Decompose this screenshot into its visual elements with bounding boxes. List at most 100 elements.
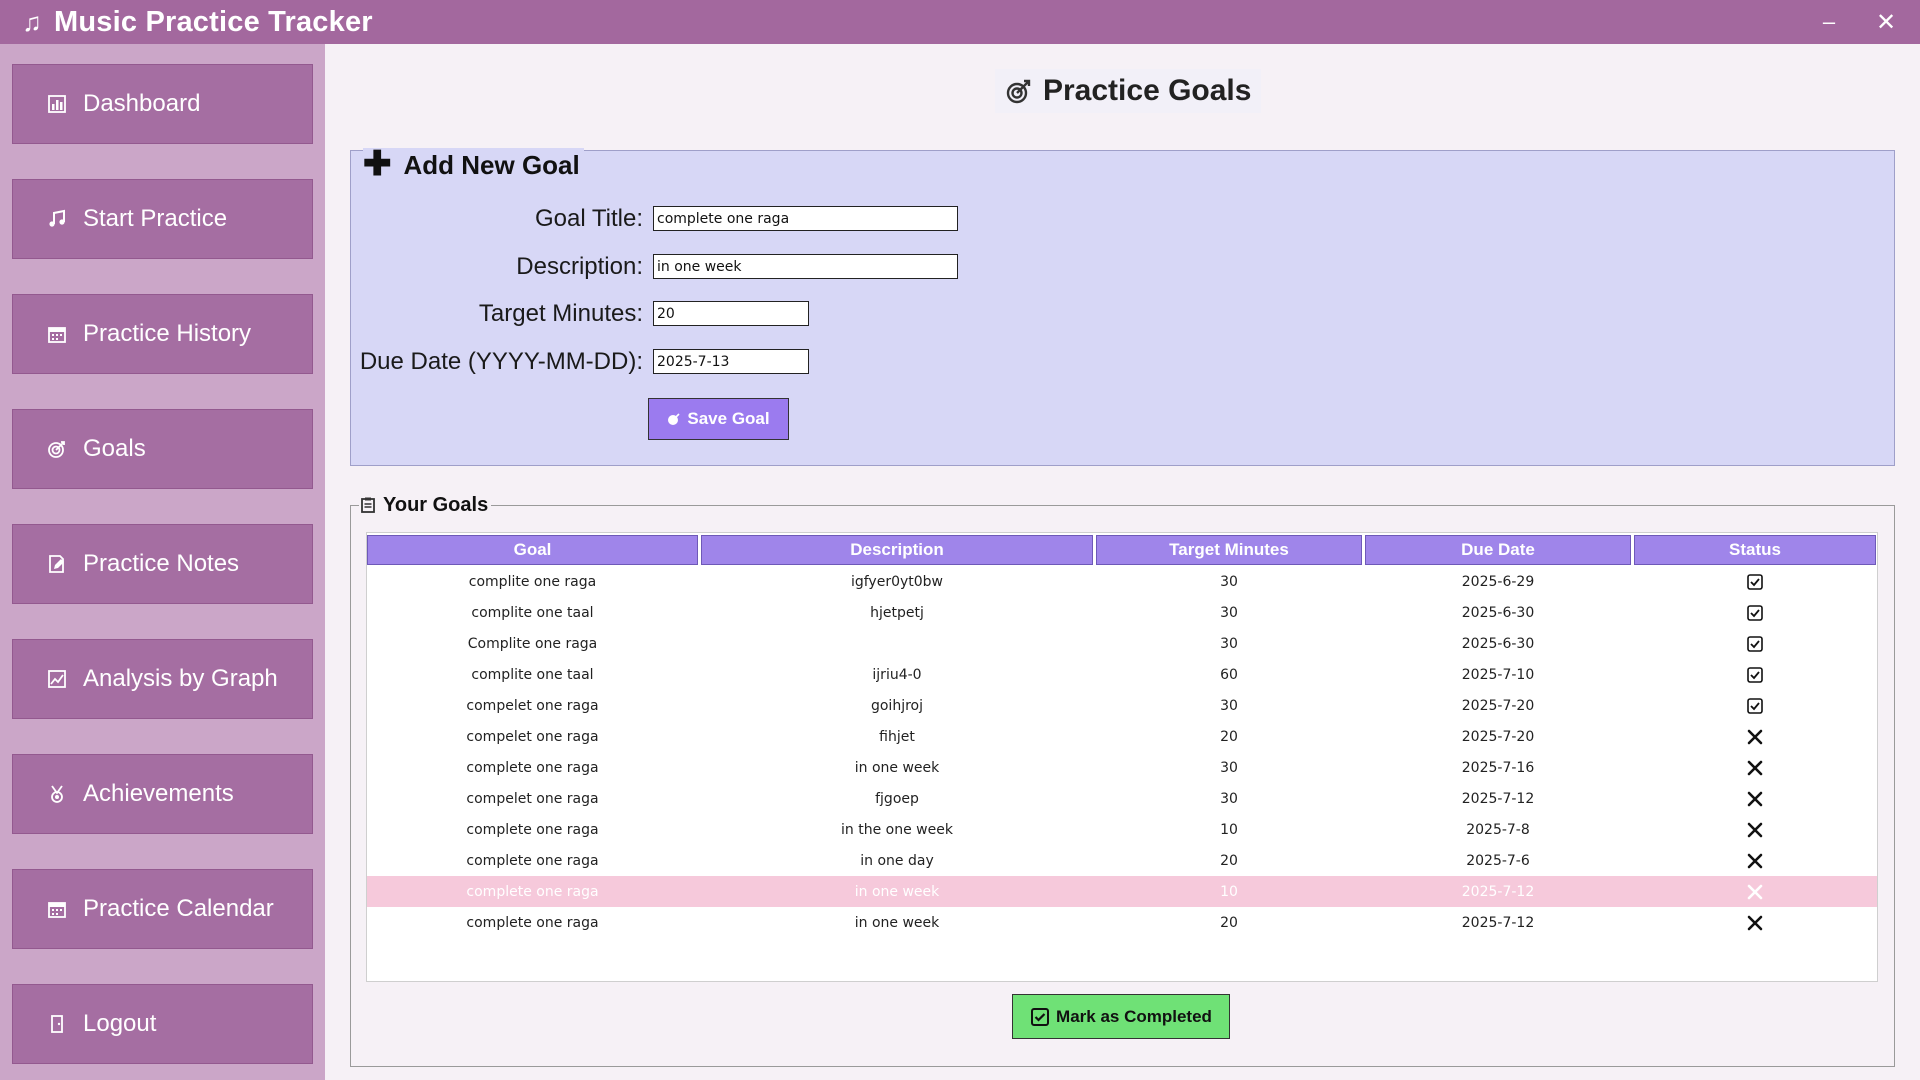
cell-due-date: 2025-7-20 <box>1461 728 1535 745</box>
cell-description: in one day <box>860 852 934 869</box>
table-row[interactable]: complete one raga in one week 30 2025-7-16 <box>367 752 1877 783</box>
sidebar-item-label: Analysis by Graph <box>83 665 278 692</box>
column-header-goal[interactable]: Goal <box>367 535 698 565</box>
cross-icon <box>1634 783 1876 814</box>
sidebar-item-practice-calendar[interactable]: Practice Calendar <box>12 869 313 949</box>
table-row[interactable]: complite one taal hjetpetj 30 2025-6-30 <box>367 597 1877 628</box>
cell-goal: compelet one raga <box>466 728 599 745</box>
table-row[interactable]: complete one raga in the one week 10 2025-7… <box>367 814 1877 845</box>
page-title: Practice Goals <box>995 69 1262 113</box>
title-bar: ♫ Music Practice Tracker – ✕ <box>0 0 1920 44</box>
description-label: Description: <box>516 253 643 280</box>
goal-title-label: Goal Title: <box>534 205 643 232</box>
bar-chart-icon <box>47 94 67 114</box>
cell-due-date: 2025-6-29 <box>1461 573 1535 590</box>
description-field[interactable] <box>653 254 958 279</box>
calendar-icon <box>47 899 67 919</box>
cell-goal: complete one raga <box>466 883 599 900</box>
mark-as-completed-button[interactable]: Mark as Completed <box>1012 994 1230 1039</box>
cross-icon <box>1634 814 1876 845</box>
table-row[interactable]: compelet one raga fihjet 20 2025-7-20 <box>367 721 1877 752</box>
cell-goal: complete one raga <box>466 759 599 776</box>
cell-due-date: 2025-7-6 <box>1466 852 1530 869</box>
table-row[interactable]: complete one raga in one day 20 2025-7-6 <box>367 845 1877 876</box>
sidebar-item-label: Practice Notes <box>83 550 240 577</box>
cell-goal: complite one taal <box>471 666 594 683</box>
cell-description: hjetpetj <box>870 604 924 621</box>
music-note-icon: ♫ <box>22 6 42 37</box>
table-row[interactable]: complete one raga in one week 10 2025-7-12 <box>367 876 1877 907</box>
cell-target-minutes: 30 <box>1220 790 1238 807</box>
column-header-due-date[interactable]: Due Date <box>1365 535 1631 565</box>
column-header-description[interactable]: Description <box>701 535 1093 565</box>
cell-due-date: 2025-7-10 <box>1461 666 1535 683</box>
cell-target-minutes: 30 <box>1220 573 1238 590</box>
table-row[interactable]: compelet one raga fjgoep 30 2025-7-12 <box>367 783 1877 814</box>
sidebar-item-practice-history[interactable]: Practice History <box>12 294 313 374</box>
table-row[interactable]: compelet one raga goihjroj 30 2025-7-20 <box>367 690 1877 721</box>
column-header-target-minutes[interactable]: Target Minutes <box>1096 535 1362 565</box>
cross-icon <box>1634 876 1876 907</box>
note-edit-icon <box>47 554 67 574</box>
cell-due-date: 2025-7-12 <box>1461 883 1535 900</box>
table-row[interactable]: complite one taal ijriu4-0 60 2025-7-10 <box>367 659 1877 690</box>
your-goals-legend-text: Your Goals <box>383 493 489 516</box>
clipboard-icon <box>359 496 377 514</box>
cell-due-date: 2025-7-12 <box>1461 914 1535 931</box>
cell-target-minutes: 20 <box>1220 852 1238 869</box>
cell-description: igfyer0yt0bw <box>850 573 944 590</box>
sidebar-item-achievements[interactable]: Achievements <box>12 754 313 834</box>
cell-target-minutes: 60 <box>1220 666 1238 683</box>
cell-description: goihjroj <box>870 697 923 714</box>
sidebar-item-label: Dashboard <box>83 90 201 117</box>
cell-due-date: 2025-6-30 <box>1461 604 1535 621</box>
door-icon <box>47 1014 67 1034</box>
close-button[interactable]: ✕ <box>1858 0 1914 44</box>
cell-description: in one week <box>854 914 940 931</box>
sidebar-item-analysis-by-graph[interactable]: Analysis by Graph <box>12 639 313 719</box>
checkbox-checked-icon <box>1634 659 1876 690</box>
cell-goal: complete one raga <box>466 821 599 838</box>
cell-due-date: 2025-7-20 <box>1461 697 1535 714</box>
sidebar-item-logout[interactable]: Logout <box>12 984 313 1064</box>
minimize-button[interactable]: – <box>1801 0 1857 44</box>
checkbox-checked-icon <box>1634 690 1876 721</box>
column-header-status[interactable]: Status <box>1634 535 1876 565</box>
table-row[interactable]: Complite one raga 30 2025-6-30 <box>367 628 1877 659</box>
cell-due-date: 2025-7-16 <box>1461 759 1535 776</box>
cell-goal: Complite one raga <box>467 635 598 652</box>
cell-description: in the one week <box>841 821 953 838</box>
cell-due-date: 2025-7-8 <box>1466 821 1530 838</box>
cross-icon <box>1634 752 1876 783</box>
goals-table[interactable]: Goal Description Target Minutes Due Date… <box>366 532 1878 982</box>
table-row[interactable]: complete one raga in one week 20 2025-7-12 <box>367 907 1877 938</box>
cell-goal: complete one raga <box>466 914 599 931</box>
target-icon <box>47 439 67 459</box>
sidebar-item-start-practice[interactable]: Start Practice <box>12 179 313 259</box>
checkbox-checked-icon <box>1634 566 1876 597</box>
cross-icon <box>1634 721 1876 752</box>
save-goal-button[interactable]: Save Goal <box>648 398 789 440</box>
due-date-field[interactable] <box>653 349 809 374</box>
save-goal-label: Save Goal <box>687 409 770 428</box>
cell-due-date: 2025-6-30 <box>1461 635 1535 652</box>
cell-target-minutes: 30 <box>1220 635 1238 652</box>
sidebar-item-dashboard[interactable]: Dashboard <box>12 64 313 144</box>
cell-goal: compelet one raga <box>466 697 599 714</box>
cell-description: in one week <box>854 883 940 900</box>
add-goal-legend: ✚ Add New Goal <box>363 145 584 183</box>
sidebar-item-label: Achievements <box>83 780 234 807</box>
cell-goal: complete one raga <box>466 852 599 869</box>
goal-title-field[interactable] <box>653 206 958 231</box>
cell-due-date: 2025-7-12 <box>1461 790 1535 807</box>
sidebar-item-goals[interactable]: Goals <box>12 409 313 489</box>
app-title: Music Practice Tracker <box>54 5 373 38</box>
cross-icon <box>1634 907 1876 938</box>
cell-description: fihjet <box>879 728 915 745</box>
target-minutes-field[interactable] <box>653 301 809 326</box>
music-note-icon <box>47 209 67 229</box>
sidebar-item-practice-notes[interactable]: Practice Notes <box>12 524 313 604</box>
calendar-icon <box>47 324 67 344</box>
due-date-label: Due Date (YYYY-MM-DD): <box>359 348 643 375</box>
table-row[interactable]: complite one raga igfyer0yt0bw 30 2025-6-29 <box>367 566 1877 597</box>
